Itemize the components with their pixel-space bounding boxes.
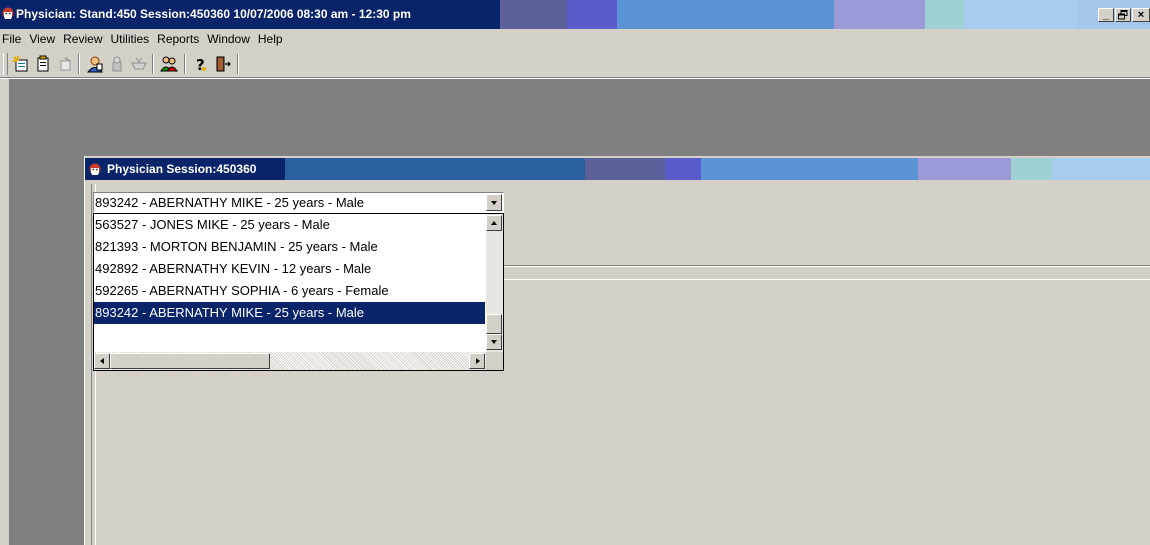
menu-utilities[interactable]: Utilities (107, 29, 154, 50)
arrow-down-icon (491, 340, 497, 344)
menu-review[interactable]: Review (59, 29, 106, 50)
menu-window[interactable]: Window (203, 29, 254, 50)
app-title: Physician: Stand:450 Session:450360 10/0… (16, 7, 411, 21)
scroll-right-button[interactable] (469, 353, 485, 369)
menu-help[interactable]: Help (254, 29, 287, 50)
divider-line (503, 265, 1150, 267)
new-patient-icon (13, 56, 28, 72)
patient-option[interactable]: 821393 - MORTON BENJAMIN - 25 years - Ma… (94, 236, 485, 258)
dropdown-vertical-scrollbar[interactable] (486, 214, 503, 352)
new-patient-button[interactable] (10, 54, 32, 74)
dropdown-horizontal-scrollbar[interactable] (94, 352, 486, 370)
help-icon: ? (196, 56, 206, 73)
patient-option[interactable]: 492892 - ABERNATHY KEVIN - 12 years - Ma… (94, 258, 485, 280)
physician-session-window: Physician Session:450360 893242 - ABERNA… (84, 156, 1150, 545)
hand-button (106, 54, 128, 74)
menu-bar: File View Review Utilities Reports Windo… (0, 29, 1150, 50)
users-icon (160, 56, 178, 72)
toolbar: ? (0, 50, 1150, 78)
physician-icon (86, 56, 104, 73)
patient-option[interactable]: 592265 - ABERNATHY SOPHIA - 6 years - Fe… (94, 280, 485, 302)
restore-icon (1118, 10, 1128, 20)
close-button[interactable]: × (1132, 8, 1150, 22)
physician-button[interactable] (84, 54, 106, 74)
arrow-right-icon (476, 358, 480, 364)
patient-combo[interactable]: 893242 - ABERNATHY MIKE - 25 years - Mal… (93, 192, 504, 213)
patient-dropdown-list: 563527 - JONES MIKE - 25 years - Male 82… (93, 213, 504, 371)
toolbar-separator (78, 54, 80, 74)
child-title: Physician Session:450360 (107, 162, 257, 176)
toolbar-separator (237, 54, 239, 74)
clipboard-button[interactable] (32, 54, 54, 74)
exit-icon (216, 56, 231, 72)
menu-view[interactable]: View (25, 29, 59, 50)
clipboard-icon (37, 55, 49, 72)
patient-combo-dropdown-button[interactable] (486, 194, 502, 211)
toolbar-separator (152, 54, 154, 74)
scroll-left-button[interactable] (94, 353, 110, 369)
help-button[interactable]: ? (190, 54, 212, 74)
workspace-left-panel (0, 79, 9, 545)
hand-icon (112, 56, 122, 72)
divider-line (485, 279, 1150, 280)
tray-icon (131, 57, 147, 70)
toolbar-grip[interactable] (3, 53, 8, 75)
toolbar-separator (184, 54, 186, 74)
users-button[interactable] (158, 54, 180, 74)
patient-option-selected[interactable]: 893242 - ABERNATHY MIKE - 25 years - Mal… (94, 302, 485, 324)
maximize-button[interactable] (1115, 8, 1131, 22)
session-logo-icon (89, 163, 101, 175)
scroll-down-button[interactable] (486, 334, 502, 350)
menu-reports[interactable]: Reports (153, 29, 203, 50)
arrow-up-icon (491, 221, 497, 225)
vertical-scroll-thumb[interactable] (486, 314, 502, 334)
menu-file[interactable]: File (0, 29, 25, 50)
arrow-left-icon (100, 358, 104, 364)
horizontal-scroll-thumb[interactable] (110, 353, 270, 369)
notes-button (54, 54, 76, 74)
minimize-button[interactable]: _ (1098, 8, 1114, 22)
chevron-down-icon (491, 201, 497, 205)
patient-option[interactable]: 563527 - JONES MIKE - 25 years - Male (94, 214, 485, 236)
scrollbar-corner (486, 352, 503, 370)
tray-button (128, 54, 150, 74)
exit-button[interactable] (212, 54, 234, 74)
patient-combo-value: 893242 - ABERNATHY MIKE - 25 years - Mal… (95, 195, 365, 210)
app-logo-icon (2, 7, 14, 19)
child-title-bar[interactable]: Physician Session:450360 (85, 158, 1150, 180)
notes-icon (60, 57, 71, 71)
app-title-bar: Physician: Stand:450 Session:450360 10/0… (0, 0, 1150, 29)
scroll-up-button[interactable] (486, 215, 502, 231)
